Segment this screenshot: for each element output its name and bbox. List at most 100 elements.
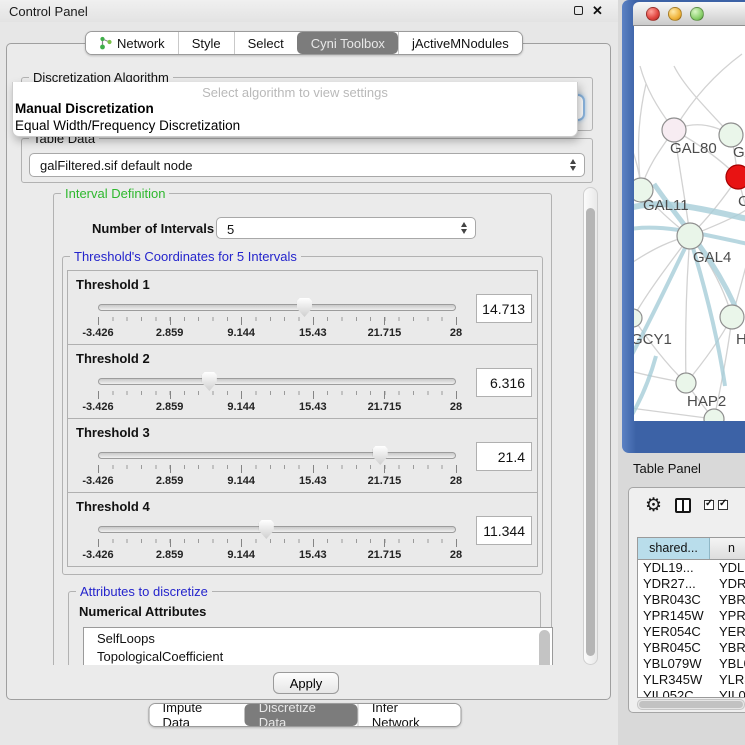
threshold-label: Threshold 2 (76, 351, 150, 366)
tab-label: Impute Data (163, 703, 232, 727)
tab-label: Network (117, 36, 165, 51)
scale-label: -3.426 (82, 549, 113, 561)
table-cell: YDL19... (638, 560, 710, 576)
table-data-group: Table Data galFiltered.sif default node (21, 138, 593, 183)
table-horizontal-scrollbar[interactable] (637, 699, 745, 710)
slider-thumb-icon[interactable] (259, 520, 274, 539)
table-data-selected-value: galFiltered.sif default node (40, 158, 192, 173)
threshold-slider[interactable] (98, 304, 456, 311)
table-row[interactable]: YBR045CYBR0 (638, 640, 745, 656)
scale-label: 2.859 (156, 475, 184, 487)
control-panel-window: Control Panel ✕ Discretization Algorithm… (0, 0, 618, 745)
scrollbar-thumb[interactable] (639, 701, 743, 708)
table-row[interactable]: YBR043CYBR0 (638, 592, 745, 608)
checkbox-icon[interactable] (704, 500, 714, 510)
numerical-attributes-list[interactable]: SelfLoopsTopologicalCoefficientBetweenne… (83, 627, 553, 665)
tab-cyni-toolbox[interactable]: Cyni Toolbox (297, 32, 398, 54)
node-label-gal11: GAL11 (643, 197, 689, 214)
dropdown-option-equal-width-frequency[interactable]: Equal Width/Frequency Discretization (15, 118, 240, 133)
threshold-2-value-input[interactable]: 6.316 (476, 368, 532, 397)
node-label-gal80: GAL80 (670, 140, 717, 157)
float-window-icon[interactable] (574, 6, 583, 15)
table-panel-title: Table Panel (633, 461, 701, 476)
column-header-n[interactable]: n (710, 538, 745, 559)
network-edge[interactable] (639, 84, 646, 190)
table-cell: YIL052C (638, 688, 710, 698)
network-node-hap2[interactable] (676, 373, 696, 393)
table-cell: YBR0 (710, 640, 745, 656)
table-cell: YBR045C (638, 640, 710, 656)
table-row[interactable]: YIL052CYIL0 (638, 688, 745, 698)
table-row[interactable]: YPR145WYPR1 (638, 608, 745, 624)
threshold-label: Threshold 1 (76, 277, 150, 292)
network-node-selected-red[interactable] (726, 165, 745, 189)
table-row[interactable]: YDR27...YDR2 (638, 576, 745, 592)
table-row[interactable]: YBL079WYBL0 (638, 656, 745, 672)
algorithm-dropdown-popup: Select algorithm to view settings Manual… (12, 82, 578, 137)
threshold-3-value-input[interactable]: 21.4 (476, 442, 532, 471)
network-edge[interactable] (686, 236, 690, 383)
threshold-slider[interactable] (98, 378, 456, 385)
slider-thumb-icon[interactable] (373, 446, 388, 465)
threshold-slider[interactable] (98, 526, 456, 533)
scale-label: 15.43 (299, 549, 327, 561)
tab-impute-data[interactable]: Impute Data (150, 704, 245, 726)
table-cell: YBR043C (638, 592, 710, 608)
tab-discretize-data[interactable]: Discretize Data (245, 704, 358, 726)
network-edge[interactable] (674, 54, 742, 130)
attribute-item-topologicalcoefficient[interactable]: TopologicalCoefficient (97, 648, 552, 665)
network-edge[interactable] (634, 236, 690, 318)
tab-select[interactable]: Select (234, 32, 297, 54)
tab-style[interactable]: Style (178, 32, 234, 54)
number-of-intervals-label: Number of Intervals (92, 221, 216, 236)
tab-label: Cyni Toolbox (311, 36, 385, 51)
scrollbar-thumb[interactable] (586, 208, 595, 656)
tab-label: Select (248, 36, 284, 51)
split-columns-icon[interactable] (675, 498, 691, 513)
dropdown-option-manual-discretization[interactable]: Manual Discretization (15, 101, 154, 116)
network-canvas[interactable]: GAL80GACGAL11GAL4GCY1HHAP2 (634, 26, 745, 421)
scale-label: 9.144 (227, 549, 255, 561)
slider-thumb-icon[interactable] (297, 298, 312, 317)
scale-label: 21.715 (368, 549, 402, 561)
network-node-gal80[interactable] (662, 118, 686, 142)
tab-network[interactable]: Network (86, 32, 178, 54)
close-traffic-light-icon[interactable] (646, 7, 660, 21)
scale-label: -3.426 (82, 475, 113, 487)
table-data-combobox[interactable]: galFiltered.sif default node (29, 153, 585, 177)
zoom-traffic-light-icon[interactable] (690, 7, 704, 21)
attributes-to-discretize-group: Attributes to discretize Numerical Attri… (68, 591, 541, 665)
table-row[interactable]: YDL19...YDL1 (638, 560, 745, 576)
apply-button[interactable]: Apply (273, 672, 339, 694)
number-of-intervals-value: 5 (227, 222, 234, 237)
network-node-gal4[interactable] (677, 223, 703, 249)
minimize-traffic-light-icon[interactable] (668, 7, 682, 21)
threshold-4-value-input[interactable]: 11.344 (476, 516, 532, 545)
close-window-icon[interactable]: ✕ (592, 3, 603, 19)
node-label-gcy1: GCY1 (634, 331, 672, 348)
tab-jactivemnodules[interactable]: jActiveMNodules (398, 32, 522, 54)
table-panel-window: shared...n YDL19...YDL1YDR27...YDR2YBR04… (628, 487, 745, 713)
scale-label: -3.426 (82, 327, 113, 339)
attribute-item-selfloops[interactable]: SelfLoops (97, 630, 552, 648)
thresholds-coordinates-group: Threshold's Coordinates for 5 Intervals … (62, 256, 543, 575)
gear-icon[interactable] (645, 496, 662, 515)
scale-label: 2.859 (156, 327, 184, 339)
number-of-intervals-combobox[interactable]: 5 (216, 217, 476, 239)
table-row[interactable]: YLR345WYLR3 (638, 672, 745, 688)
network-node-h[interactable] (720, 305, 744, 329)
table-cell: YBL0 (710, 656, 745, 672)
threshold-slider[interactable] (98, 452, 456, 459)
network-node-gcy1[interactable] (634, 309, 642, 327)
checkbox-icon[interactable] (718, 500, 728, 510)
slider-thumb-icon[interactable] (202, 372, 217, 391)
threshold-1-value-input[interactable]: 14.713 (476, 294, 532, 323)
scale-label: 15.43 (299, 401, 327, 413)
tab-infer-network[interactable]: Infer Network (358, 704, 461, 726)
settings-vertical-scrollbar[interactable] (583, 187, 598, 665)
table-row[interactable]: YER054CYER0 (638, 624, 745, 640)
node-attribute-table: shared...n YDL19...YDL1YDR27...YDR2YBR04… (637, 537, 745, 698)
list-scrollbar[interactable] (539, 630, 550, 665)
column-header-shared-[interactable]: shared... (638, 538, 710, 559)
network-thick-edge[interactable] (634, 356, 656, 418)
